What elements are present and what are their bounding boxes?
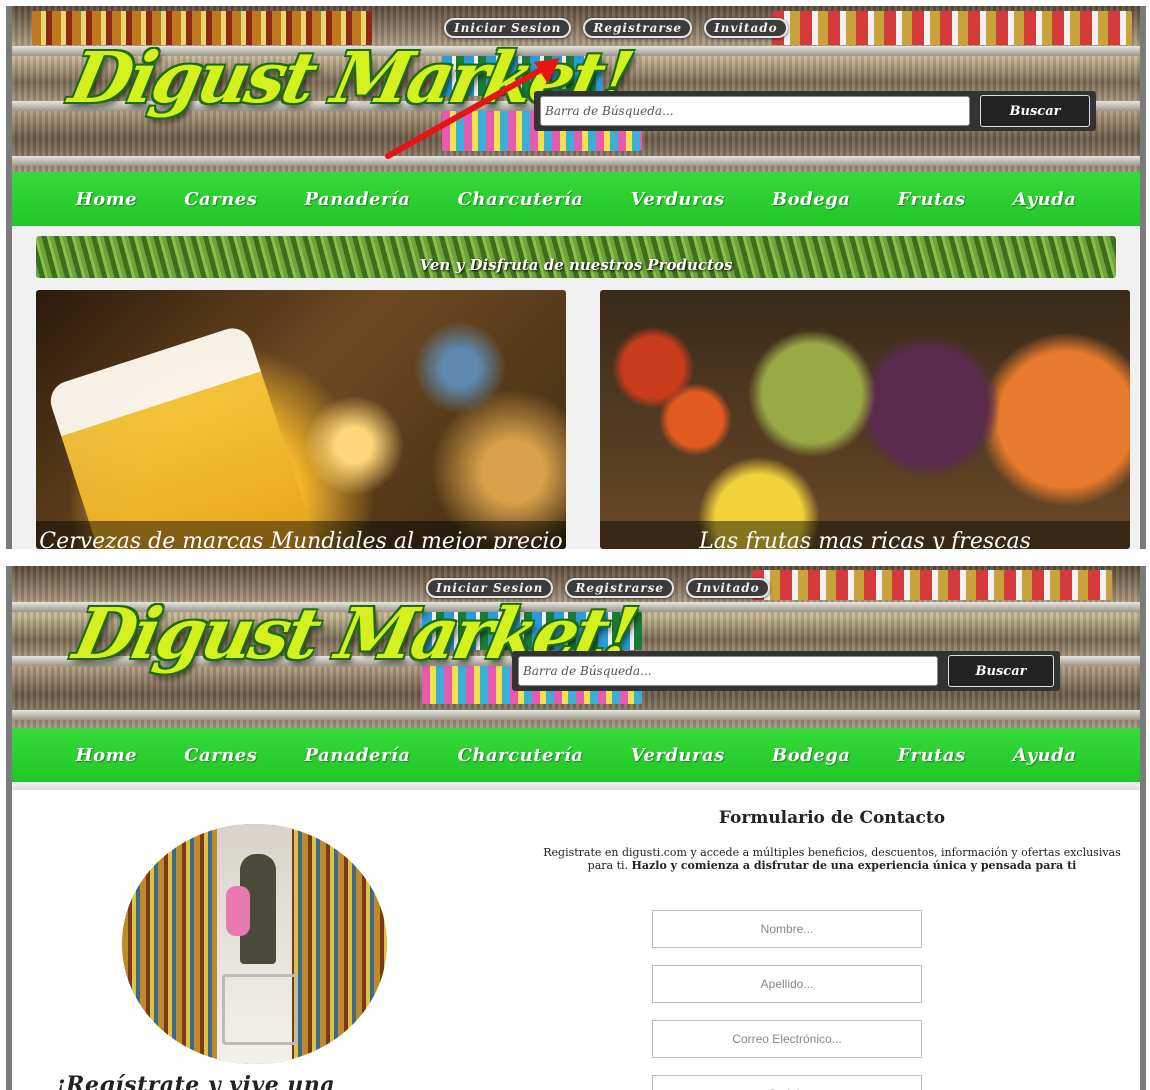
search-button[interactable]: Buscar <box>948 655 1054 687</box>
nav-item-home[interactable]: Home <box>76 189 138 210</box>
fruits-tile[interactable]: Las frutas mas ricas y frescas <box>600 290 1130 549</box>
nav-item-home[interactable]: Home <box>76 745 138 766</box>
nav-item-ayuda[interactable]: Ayuda <box>1013 745 1077 766</box>
main-nav: Home Carnes Panadería Charcutería Verdur… <box>12 728 1140 782</box>
main-nav: Home Carnes Panadería Charcutería Verdur… <box>12 172 1140 226</box>
id-number-field[interactable] <box>652 1075 922 1090</box>
screenshot-divider <box>0 549 1150 566</box>
nav-item-panaderia[interactable]: Panadería <box>304 745 410 766</box>
products-banner: Ven y Disfruta de nuestros Productos <box>36 236 1116 278</box>
search-bar: Buscar <box>512 651 1060 691</box>
register-tagline: ¡Regístrate y vive una experiencia única… <box>56 1072 336 1090</box>
login-link[interactable]: Iniciar Sesion <box>444 18 572 38</box>
search-bar: Buscar <box>534 91 1096 131</box>
nav-item-charcuteria[interactable]: Charcutería <box>458 189 584 210</box>
nav-item-bodega[interactable]: Bodega <box>772 189 851 210</box>
nav-item-ayuda[interactable]: Ayuda <box>1013 189 1077 210</box>
guest-link[interactable]: Invitado <box>704 18 788 38</box>
email-field[interactable] <box>652 1020 922 1058</box>
register-link[interactable]: Registrarse <box>583 18 693 38</box>
beer-tile[interactable]: Cervezas de marcas Mundiales al mejor pr… <box>36 290 566 549</box>
nav-item-panaderia[interactable]: Panadería <box>304 189 410 210</box>
register-link[interactable]: Registrarse <box>565 578 675 598</box>
nav-item-bodega[interactable]: Bodega <box>772 745 851 766</box>
tile-caption: Las frutas mas ricas y frescas <box>600 521 1130 549</box>
register-page: Digust Market! Iniciar Sesion Registrars… <box>12 566 1140 1090</box>
nav-item-carnes[interactable]: Carnes <box>184 189 257 210</box>
register-page-screenshot: Digust Market! Iniciar Sesion Registrars… <box>6 566 1146 1090</box>
last-name-field[interactable] <box>652 965 922 1003</box>
search-input[interactable] <box>518 656 938 686</box>
nav-item-frutas[interactable]: Frutas <box>898 189 966 210</box>
form-description: Registrate en digusti.com y accede a múl… <box>532 846 1132 872</box>
search-input[interactable] <box>540 96 970 126</box>
nav-item-carnes[interactable]: Carnes <box>184 745 257 766</box>
search-button[interactable]: Buscar <box>980 95 1090 127</box>
banner-text: Ven y Disfruta de nuestros Productos <box>419 256 733 274</box>
login-link[interactable]: Iniciar Sesion <box>426 578 554 598</box>
annotation-arrow <box>385 58 560 159</box>
nav-item-frutas[interactable]: Frutas <box>898 745 966 766</box>
shopper-image <box>122 824 387 1064</box>
registration-section: ¡Regístrate y vive una experiencia única… <box>12 790 1140 1090</box>
first-name-field[interactable] <box>652 910 922 948</box>
tile-caption: Cervezas de marcas Mundiales al mejor pr… <box>36 521 566 549</box>
guest-link[interactable]: Invitado <box>686 578 770 598</box>
home-page-screenshot: Digust Market! Iniciar Sesion Registrars… <box>6 6 1146 549</box>
beer-glass-image <box>45 323 317 549</box>
form-description-bold: Hazlo y comienza a disfrutar de una expe… <box>631 859 1077 872</box>
nav-item-verduras[interactable]: Verduras <box>631 745 725 766</box>
form-title: Formulario de Contacto <box>718 808 946 828</box>
nav-item-charcuteria[interactable]: Charcutería <box>458 745 584 766</box>
header-banner: Digust Market! Iniciar Sesion Registrars… <box>12 566 1140 730</box>
nav-item-verduras[interactable]: Verduras <box>631 189 725 210</box>
